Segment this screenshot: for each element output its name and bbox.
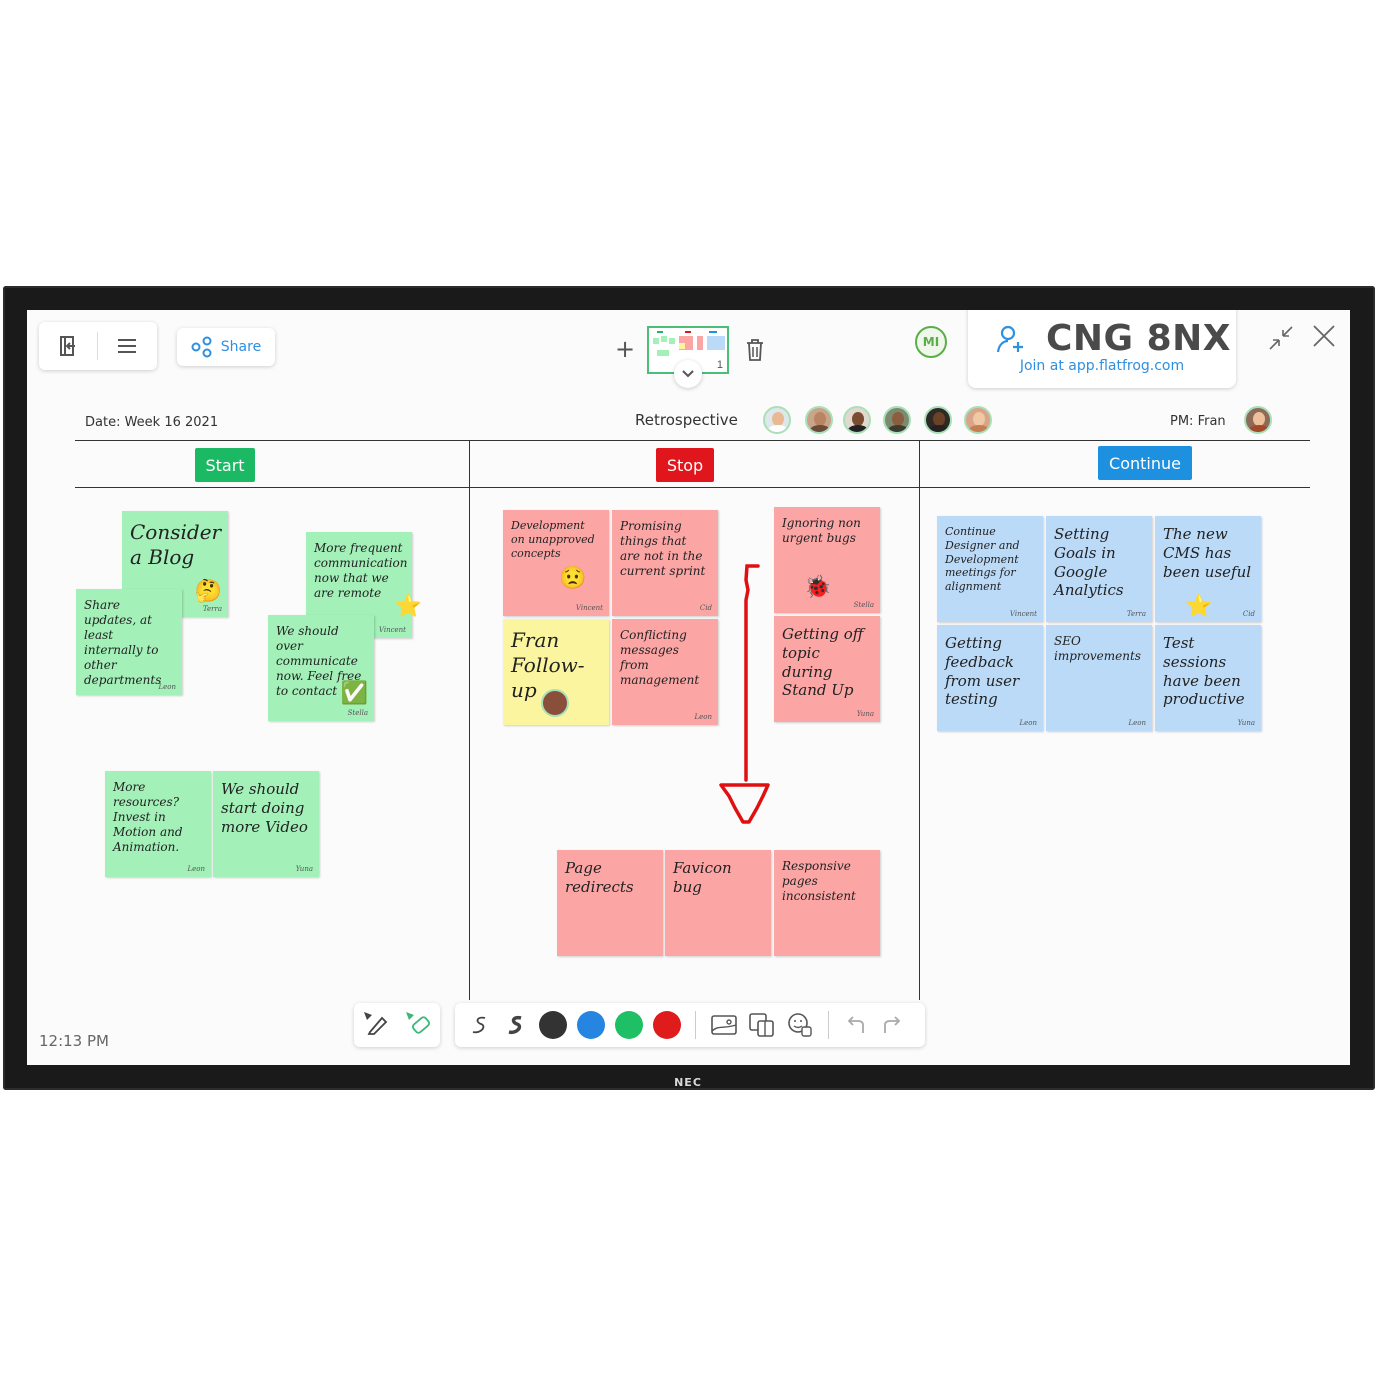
sticky-note[interactable]: More resources? Invest in Motion and Ani… — [105, 771, 211, 877]
join-code: CNG 8NX — [1046, 318, 1232, 359]
exit-board-icon — [60, 336, 75, 356]
participant-avatar[interactable] — [964, 406, 992, 434]
board-column-header-line — [75, 487, 1310, 488]
sticky-note[interactable]: Continue Designer and Development meetin… — [937, 516, 1043, 622]
reactions-icon[interactable] — [786, 1012, 814, 1038]
close-button[interactable] — [1312, 324, 1336, 353]
sticky-note[interactable]: Share updates, at least internally to ot… — [76, 589, 182, 695]
board-pm: PM: Fran — [1170, 414, 1226, 429]
chevron-down-icon — [682, 370, 694, 378]
minimize-icon — [1269, 326, 1293, 350]
drawn-arrow[interactable] — [715, 560, 775, 830]
minimize-button[interactable] — [1267, 324, 1295, 357]
sticky-note[interactable]: Development on unapproved concepts 😟 Vin… — [503, 510, 609, 616]
divider — [695, 1011, 696, 1039]
thick-stroke-icon[interactable] — [503, 1012, 529, 1038]
thinking-emoji-icon: 🤔 — [194, 579, 222, 604]
join-url[interactable]: Join at app.flatfrog.com — [968, 358, 1236, 374]
board-header-line — [75, 440, 1310, 441]
color-swatch-blue[interactable] — [577, 1011, 605, 1039]
sticky-note[interactable]: The new CMS has been useful ⭐ Cid — [1155, 516, 1261, 622]
selection-tools — [354, 1003, 440, 1047]
pen-select-button[interactable] — [362, 1010, 388, 1041]
color-swatch-red[interactable] — [653, 1011, 681, 1039]
board-title: Retrospective — [635, 411, 738, 429]
page-number: 1 — [716, 359, 723, 371]
star-emoji-icon: ⭐ — [1185, 594, 1213, 619]
redo-icon[interactable] — [879, 1013, 905, 1037]
eraser-icon — [406, 1011, 431, 1034]
sticky-note[interactable]: Ignoring non urgent bugs 🐞 Stella — [774, 507, 880, 613]
color-swatch-black[interactable] — [539, 1011, 567, 1039]
menu-button[interactable] — [98, 322, 156, 370]
close-icon — [1313, 325, 1335, 347]
checkmark-emoji-icon: ✅ — [340, 681, 368, 706]
sticky-note[interactable]: Getting off topic during Stand Up Yuna — [774, 616, 880, 722]
pm-avatar[interactable] — [1244, 406, 1272, 434]
add-user-icon — [996, 325, 1023, 353]
templates-icon[interactable] — [748, 1012, 776, 1038]
pen-icon — [364, 1011, 388, 1035]
sticky-note[interactable]: Promising things that are not in the cur… — [612, 510, 718, 616]
sticky-note[interactable]: SEO improvements Leon — [1046, 625, 1152, 731]
drawing-toolbar — [455, 1003, 925, 1047]
participant-avatar[interactable] — [924, 406, 952, 434]
sticky-note[interactable]: Favicon bug — [665, 850, 771, 956]
device-brand: NEC — [674, 1076, 702, 1089]
thin-stroke-icon[interactable] — [467, 1012, 493, 1038]
column-divider — [469, 440, 470, 1000]
sticky-note[interactable]: We should start doing more Video Yuna — [213, 771, 319, 877]
join-code-panel: CNG 8NX Join at app.flatfrog.com — [968, 310, 1236, 388]
participant-avatar[interactable] — [805, 406, 833, 434]
column-header-stop[interactable]: Stop — [656, 448, 714, 482]
undo-icon[interactable] — [843, 1013, 869, 1037]
delete-page-button[interactable] — [745, 338, 765, 367]
participant-avatar[interactable] — [883, 406, 911, 434]
eraser-select-button[interactable] — [404, 1010, 432, 1041]
ladybug-emoji-icon: 🐞 — [804, 575, 832, 600]
share-label: Share — [220, 339, 262, 355]
board-date: Date: Week 16 2021 — [85, 415, 219, 430]
pages-expand-button[interactable] — [674, 360, 702, 388]
share-icon — [191, 336, 212, 358]
worried-emoji-icon: 😟 — [559, 566, 587, 591]
sticky-note[interactable]: Test sessions have been productive Yuna — [1155, 625, 1261, 731]
sticky-note[interactable]: Conflicting messages from management Leo… — [612, 619, 718, 725]
sticky-note[interactable]: Fran Follow-up — [503, 619, 609, 725]
column-header-continue[interactable]: Continue — [1098, 446, 1192, 480]
star-emoji-icon: ⭐ — [394, 594, 422, 619]
add-page-button[interactable]: + — [615, 335, 635, 363]
hamburger-menu-icon — [118, 339, 136, 353]
sticky-note[interactable]: Setting Goals in Google Analytics Terra — [1046, 516, 1152, 622]
whiteboard-screen: Share + 1 MI CNG 8NX Join at app.flatfro… — [27, 310, 1350, 1065]
sticky-note[interactable]: Responsive pages inconsistent — [774, 850, 880, 956]
color-swatch-green[interactable] — [615, 1011, 643, 1039]
exit-board-button[interactable] — [39, 322, 97, 370]
divider — [828, 1011, 829, 1039]
column-header-start[interactable]: Start — [195, 448, 255, 482]
participant-avatar[interactable] — [763, 406, 791, 434]
sticky-note[interactable]: Getting feedback from user testing Leon — [937, 625, 1043, 731]
sticky-note[interactable]: We should over communicate now. Feel fre… — [268, 615, 374, 721]
fran-avatar — [541, 689, 569, 717]
share-button[interactable]: Share — [177, 328, 275, 366]
column-divider — [919, 440, 920, 1000]
participant-avatar[interactable] — [843, 406, 871, 434]
clock: 12:13 PM — [39, 1032, 109, 1050]
current-user-badge[interactable]: MI — [915, 326, 947, 358]
board-controls — [39, 322, 157, 370]
trash-icon — [747, 339, 763, 361]
sticky-note[interactable]: Page redirects — [557, 850, 663, 956]
image-icon[interactable] — [710, 1013, 738, 1037]
